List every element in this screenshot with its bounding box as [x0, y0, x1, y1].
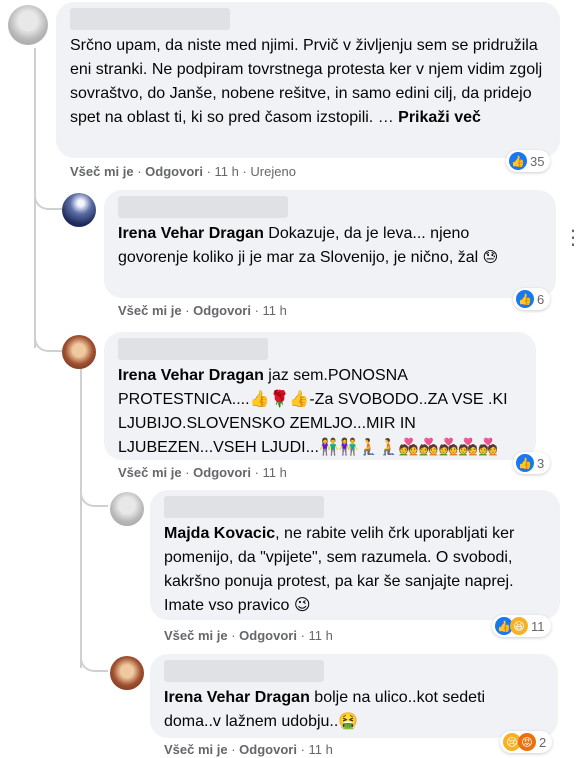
avatar[interactable]	[62, 193, 96, 227]
like-icon: 👍	[509, 152, 527, 170]
like-icon: 👍	[516, 454, 534, 472]
avatar[interactable]	[8, 5, 48, 45]
avatar[interactable]	[62, 335, 96, 369]
reaction-summary[interactable]: 😢 😡 2	[500, 731, 553, 753]
comment-author[interactable]: Majda Kovacic	[164, 525, 275, 542]
comment-author[interactable]: Irena Vehar Dragan	[118, 225, 264, 242]
more-options-icon[interactable]: ⋮	[563, 225, 576, 250]
thread-connector-4	[80, 650, 108, 672]
angry-icon: 😡	[518, 733, 536, 751]
sweat-emoji: 😓	[482, 249, 499, 266]
reaction-summary[interactable]: 👍 6	[513, 288, 551, 310]
comment-bubble: Majda Kovacic, ne rabite velih črk upora…	[150, 490, 560, 620]
comment-actions: Všeč mi je · Odgovori · 11 h	[164, 742, 333, 757]
comment-author[interactable]: Irena Vehar Dragan	[164, 689, 310, 706]
comment-actions: Všeč mi je · Odgovori · 11 h	[118, 465, 287, 480]
reply-button[interactable]: Odgovori	[193, 465, 251, 480]
like-button[interactable]: Všeč mi je	[118, 465, 182, 480]
name-placeholder	[164, 660, 324, 682]
comment-actions: Všeč mi je · Odgovori · 11 h	[164, 628, 333, 643]
reaction-count: 35	[530, 153, 545, 169]
thread-connector-3	[80, 485, 108, 507]
comment-bubble: Irena Vehar Dragan Dokazuje, da je leva.…	[104, 190, 556, 298]
comment-time[interactable]: 11 h	[263, 303, 287, 318]
comment-time[interactable]: 11 h	[263, 465, 287, 480]
comment-time[interactable]: 11 h	[309, 628, 333, 643]
comment-bubble: Irena Vehar Dragan bolje na ulico..kot s…	[150, 654, 558, 738]
avatar[interactable]	[110, 656, 144, 690]
thread-connector-2	[34, 332, 62, 352]
name-placeholder	[118, 196, 288, 218]
haha-icon: 😆	[510, 617, 528, 635]
name-placeholder	[118, 338, 268, 360]
reaction-count: 3	[537, 455, 545, 471]
edited-label: Urejeno	[250, 164, 296, 179]
name-placeholder	[164, 496, 324, 518]
like-button[interactable]: Všeč mi je	[164, 742, 228, 757]
comment-actions: Všeč mi je · Odgovori · 11 h · Urejeno	[70, 164, 296, 179]
reply-button[interactable]: Odgovori	[145, 164, 203, 179]
reply-button[interactable]: Odgovori	[193, 303, 251, 318]
reply-button[interactable]: Odgovori	[239, 628, 297, 643]
like-button[interactable]: Všeč mi je	[118, 303, 182, 318]
thread-connector-1	[34, 190, 62, 210]
comment-actions: Všeč mi je · Odgovori · 11 h	[118, 303, 287, 318]
like-button[interactable]: Všeč mi je	[164, 628, 228, 643]
reaction-summary[interactable]: 👍 3	[513, 452, 551, 474]
reply-button[interactable]: Odgovori	[239, 742, 297, 757]
reaction-count: 6	[537, 291, 545, 307]
avatar[interactable]	[110, 492, 144, 526]
reaction-summary[interactable]: 👍 35	[506, 150, 551, 172]
comment-time[interactable]: 11 h	[215, 164, 239, 179]
comment-author[interactable]	[70, 8, 230, 30]
thread-line-nested	[80, 368, 82, 668]
like-icon: 👍	[516, 290, 534, 308]
comment-author[interactable]: Irena Vehar Dragan	[118, 367, 264, 384]
see-more-link[interactable]: Prikaži več	[398, 109, 481, 126]
like-button[interactable]: Všeč mi je	[70, 164, 134, 179]
comment-bubble: Srčno upam, da niste med njimi. Prvič v …	[56, 2, 560, 158]
reaction-summary[interactable]: 👍 😆 11	[492, 615, 551, 637]
comment-time[interactable]: 11 h	[309, 742, 333, 757]
comment-bubble: Irena Vehar Dragan jaz sem.PONOSNA PROTE…	[104, 332, 536, 460]
reaction-count: 11	[531, 618, 545, 634]
reaction-count: 2	[539, 734, 547, 750]
